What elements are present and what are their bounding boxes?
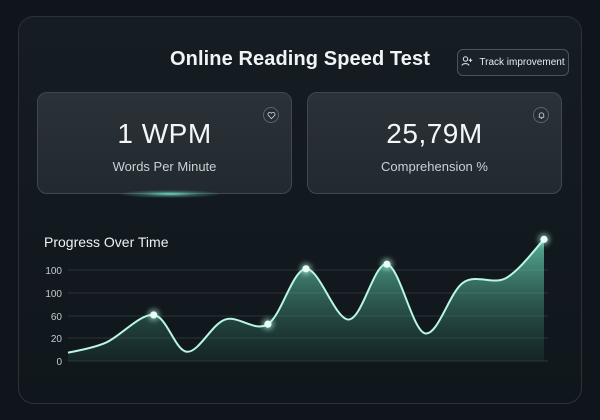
data-point[interactable]: [540, 235, 548, 243]
data-point[interactable]: [264, 320, 272, 328]
y-tick-label: 100: [45, 266, 62, 277]
data-point[interactable]: [302, 265, 310, 273]
y-tick-label: 20: [51, 334, 63, 345]
y-tick-label: 0: [56, 357, 62, 368]
data-point[interactable]: [383, 260, 391, 268]
y-tick-label: 100: [45, 289, 62, 300]
data-point[interactable]: [150, 311, 158, 319]
area-fill: [68, 239, 544, 361]
y-tick-label: 60: [51, 312, 63, 323]
progress-chart: 100 100 60 20 0: [45, 233, 550, 368]
